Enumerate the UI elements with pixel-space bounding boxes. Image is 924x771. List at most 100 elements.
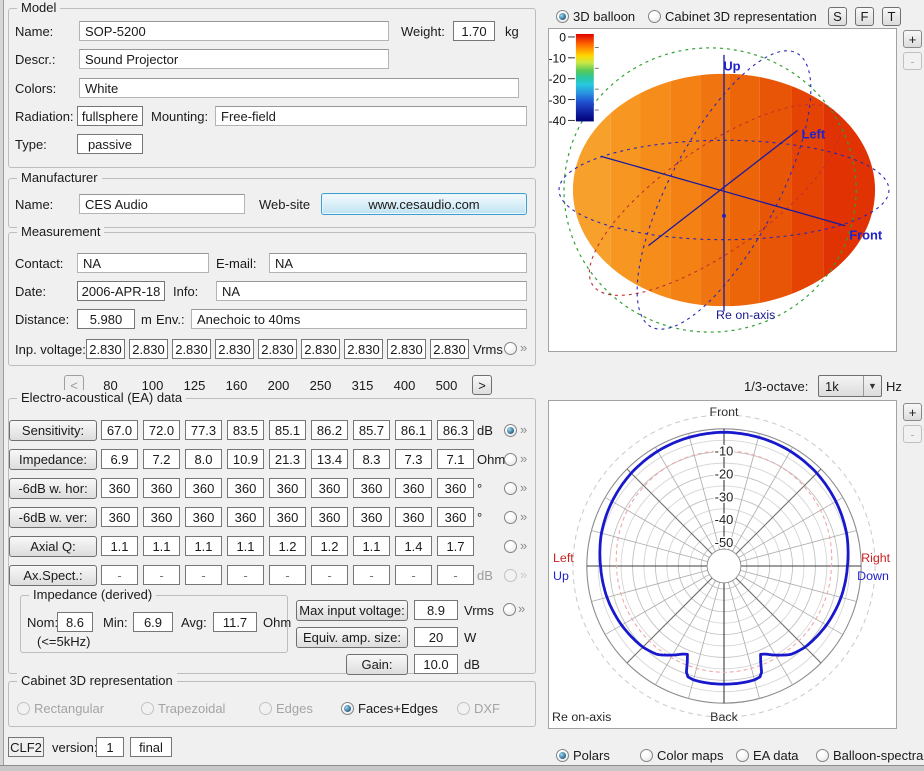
balloon-plot[interactable]: UpLeftFrontRe on-axis0-10-20-30-40 [548, 28, 897, 352]
ea-value-field[interactable]: 8.3 [353, 449, 390, 469]
cabinet-rectangular-label[interactable]: Rectangular [34, 701, 104, 716]
ea-value-field[interactable]: - [185, 565, 222, 585]
ea-row-more-chevron[interactable]: » [520, 567, 527, 582]
ea-value-field[interactable]: 1.1 [185, 536, 222, 556]
ea-value-field[interactable]: 1.7 [437, 536, 474, 556]
ea-value-field[interactable]: - [353, 565, 390, 585]
inp-voltage-field[interactable]: 2.830 [172, 339, 211, 359]
cabinet-dxf-radio[interactable] [457, 702, 470, 715]
ea-value-field[interactable]: 360 [353, 507, 390, 527]
mounting-field[interactable]: Free-field [215, 106, 527, 126]
ea-value-field[interactable]: 85.7 [353, 420, 390, 440]
ea-row-button[interactable]: Sensitivity: [9, 420, 97, 441]
ea-value-field[interactable]: - [227, 565, 264, 585]
website-button[interactable]: www.cesaudio.com [321, 193, 527, 215]
cabinet-edges-label[interactable]: Edges [276, 701, 313, 716]
ea-value-field[interactable]: 6.9 [101, 449, 138, 469]
ea-row-button[interactable]: -6dB w. hor: [9, 478, 97, 499]
ea-value-field[interactable]: 360 [227, 507, 264, 527]
ea-value-field[interactable]: 360 [437, 507, 474, 527]
polar-plot[interactable]: -10-20-30-40-50FrontBackLeftUpRightDownR… [548, 400, 897, 729]
cabinet-edges-radio[interactable] [259, 702, 272, 715]
cabinet-trapezoidal-radio[interactable] [141, 702, 154, 715]
view-3d-balloon-label[interactable]: 3D balloon [573, 9, 635, 24]
ea-value-field[interactable]: 360 [311, 478, 348, 498]
ea-value-field[interactable]: 7.2 [143, 449, 180, 469]
band-label[interactable]: 200 [260, 378, 297, 393]
ea-row-radio[interactable] [504, 569, 517, 582]
inp-voltage-field[interactable]: 2.830 [258, 339, 297, 359]
ea-value-field[interactable]: 360 [353, 478, 390, 498]
ea-value-field[interactable]: 85.1 [269, 420, 306, 440]
band-label[interactable]: 500 [428, 378, 465, 393]
min-field[interactable]: 6.9 [133, 612, 173, 632]
ea-value-field[interactable]: - [269, 565, 306, 585]
ea-row-more-chevron[interactable]: » [520, 422, 527, 437]
inp-voltage-radio[interactable] [504, 342, 517, 355]
colors-field[interactable]: White [79, 78, 519, 98]
ea-row-radio[interactable] [504, 482, 517, 495]
ea-value-field[interactable]: 13.4 [311, 449, 348, 469]
ea-value-field[interactable]: 360 [143, 507, 180, 527]
max-input-voltage-chevron[interactable]: » [518, 601, 525, 616]
ea-value-field[interactable]: 360 [185, 507, 222, 527]
ea-value-field[interactable]: 72.0 [143, 420, 180, 440]
gain-field[interactable]: 10.0 [414, 654, 458, 674]
weight-field[interactable]: 1.70 [453, 21, 495, 41]
radio-polars-label[interactable]: Polars [573, 748, 610, 763]
ea-value-field[interactable]: 360 [185, 478, 222, 498]
radio-ea-data[interactable] [736, 749, 749, 762]
radio-balloon-spectra[interactable] [816, 749, 829, 762]
ea-value-field[interactable]: 86.2 [311, 420, 348, 440]
max-input-voltage-button[interactable]: Max input voltage: [296, 600, 408, 621]
radio-polars[interactable] [556, 749, 569, 762]
radio-balloon-spectra-label[interactable]: Balloon-spectra [833, 748, 923, 763]
view-3d-balloon-radio[interactable] [556, 10, 569, 23]
radio-color-maps-label[interactable]: Color maps [657, 748, 723, 763]
top-view-button[interactable]: T [882, 7, 901, 26]
version-field[interactable]: 1 [96, 737, 124, 757]
band-label[interactable]: 315 [344, 378, 381, 393]
inp-voltage-more-chevron[interactable]: » [520, 340, 527, 355]
ea-value-field[interactable]: 86.1 [395, 420, 432, 440]
inp-voltage-field[interactable]: 2.830 [215, 339, 254, 359]
inp-voltage-field[interactable]: 2.830 [86, 339, 125, 359]
ea-value-field[interactable]: 21.3 [269, 449, 306, 469]
inp-voltage-field[interactable]: 2.830 [430, 339, 469, 359]
balloon-zoom-in-button[interactable]: + [903, 30, 922, 48]
ea-value-field[interactable]: 360 [227, 478, 264, 498]
ea-row-button[interactable]: -6dB w. ver: [9, 507, 97, 528]
distance-field[interactable]: 5.980 [77, 309, 135, 329]
ea-row-more-chevron[interactable]: » [520, 538, 527, 553]
contact-field[interactable]: NA [77, 253, 209, 273]
ea-value-field[interactable]: 360 [101, 478, 138, 498]
manufacturer-name-field[interactable]: CES Audio [79, 194, 245, 214]
ea-value-field[interactable]: 1.1 [227, 536, 264, 556]
date-field[interactable]: 2006-APR-18 [77, 281, 165, 301]
ea-row-radio[interactable] [504, 540, 517, 553]
version-status-field[interactable]: final [130, 737, 172, 757]
ea-value-field[interactable]: 360 [437, 478, 474, 498]
ea-row-button[interactable]: Ax.Spect.: [9, 565, 97, 586]
ea-value-field[interactable]: - [395, 565, 432, 585]
ea-row-button[interactable]: Axial Q: [9, 536, 97, 557]
front-view-button[interactable]: F [855, 7, 874, 26]
cabinet-rectangular-radio[interactable] [17, 702, 30, 715]
info-field[interactable]: NA [216, 281, 527, 301]
ea-value-field[interactable]: 8.0 [185, 449, 222, 469]
cabinet-faces-edges-radio[interactable] [341, 702, 354, 715]
band-label[interactable]: 250 [302, 378, 339, 393]
ea-value-field[interactable]: 7.3 [395, 449, 432, 469]
cabinet-dxf-label[interactable]: DXF [474, 701, 500, 716]
side-view-button[interactable]: S [828, 7, 847, 26]
ea-value-field[interactable]: 360 [311, 507, 348, 527]
cabinet-trapezoidal-label[interactable]: Trapezoidal [158, 701, 225, 716]
inp-voltage-field[interactable]: 2.830 [344, 339, 383, 359]
ea-value-field[interactable]: - [143, 565, 180, 585]
radio-ea-data-label[interactable]: EA data [753, 748, 799, 763]
ea-value-field[interactable]: 1.2 [269, 536, 306, 556]
ea-value-field[interactable]: - [101, 565, 138, 585]
ea-row-more-chevron[interactable]: » [520, 509, 527, 524]
ea-value-field[interactable]: 360 [143, 478, 180, 498]
ea-row-more-chevron[interactable]: » [520, 480, 527, 495]
